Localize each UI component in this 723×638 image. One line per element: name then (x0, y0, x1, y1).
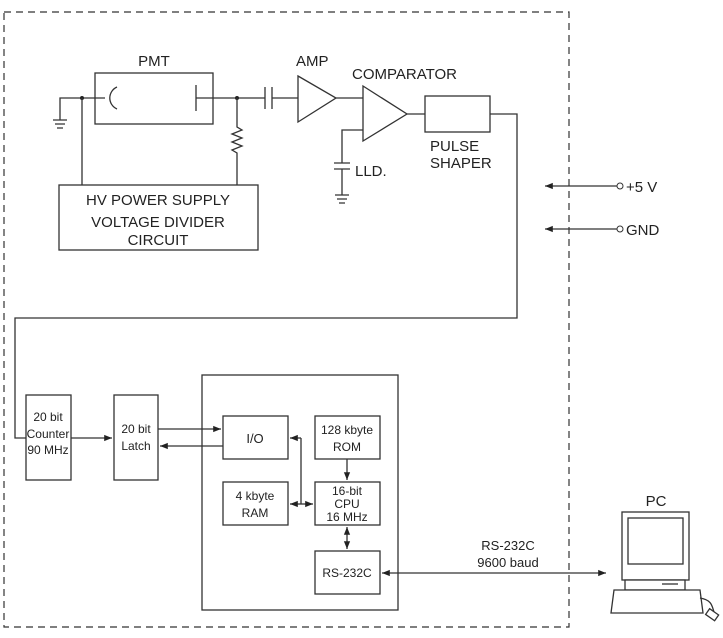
svg-text:+5 V: +5 V (626, 179, 657, 196)
pc-computer-icon: PC (610, 493, 720, 622)
counter-block: 20 bit Counter 90 MHz (25, 394, 72, 481)
svg-text:GND: GND (626, 222, 660, 239)
pulse-shaper-block: PULSE SHAPER (424, 95, 492, 172)
rs232c-block: RS-232C (314, 550, 381, 595)
amp-block: AMP (296, 53, 338, 124)
svg-text:CIRCUIT: CIRCUIT (128, 232, 189, 249)
plus5v-input: +5 V (545, 179, 657, 196)
svg-text:VOLTAGE DIVIDER: VOLTAGE DIVIDER (91, 214, 225, 231)
gnd-input: GND (545, 222, 660, 239)
svg-text:PULSE: PULSE (430, 138, 479, 155)
rs232c-link: RS-232C 9600 baud (382, 538, 606, 577)
svg-text:20 bit: 20 bit (33, 410, 63, 424)
svg-text:HV POWER SUPPLY: HV POWER SUPPLY (86, 192, 230, 209)
cpu-block: 16-bit CPU 16 MHz (314, 481, 381, 526)
latch-block: 20 bit Latch (113, 394, 159, 481)
svg-text:SHAPER: SHAPER (430, 155, 492, 172)
svg-text:I/O: I/O (246, 431, 263, 446)
svg-text:RS-232C: RS-232C (481, 538, 534, 553)
svg-text:CPU: CPU (334, 497, 359, 511)
svg-text:128 kbyte: 128 kbyte (321, 423, 373, 437)
svg-text:4 kbyte: 4 kbyte (236, 489, 275, 503)
rom-block: 128 kbyte ROM (314, 415, 381, 460)
svg-text:Counter: Counter (27, 427, 70, 441)
block-diagram: PMT HV POWER SUPPLY VOLTAGE DIVIDER CIRC… (3, 11, 720, 628)
hv-power-supply-block: HV POWER SUPPLY VOLTAGE DIVIDER CIRCUIT (58, 184, 259, 251)
svg-text:16-bit: 16-bit (332, 484, 363, 498)
pc-label: PC (646, 493, 667, 510)
io-block: I/O (222, 415, 289, 460)
lld-label: LLD. (355, 163, 387, 180)
svg-text:AMP: AMP (296, 53, 329, 70)
ram-block: 4 kbyte RAM (222, 481, 289, 526)
svg-text:20 bit: 20 bit (121, 422, 151, 436)
svg-text:ROM: ROM (333, 440, 361, 454)
svg-text:9600 baud: 9600 baud (477, 555, 538, 570)
svg-text:16 MHz: 16 MHz (326, 510, 367, 524)
pmt-block: PMT (94, 53, 214, 125)
svg-text:RS-232C: RS-232C (322, 566, 372, 580)
svg-text:Latch: Latch (121, 439, 150, 453)
svg-text:COMPARATOR: COMPARATOR (352, 66, 457, 83)
pmt-label: PMT (138, 53, 170, 70)
svg-text:RAM: RAM (242, 506, 269, 520)
svg-text:90 MHz: 90 MHz (27, 443, 68, 457)
